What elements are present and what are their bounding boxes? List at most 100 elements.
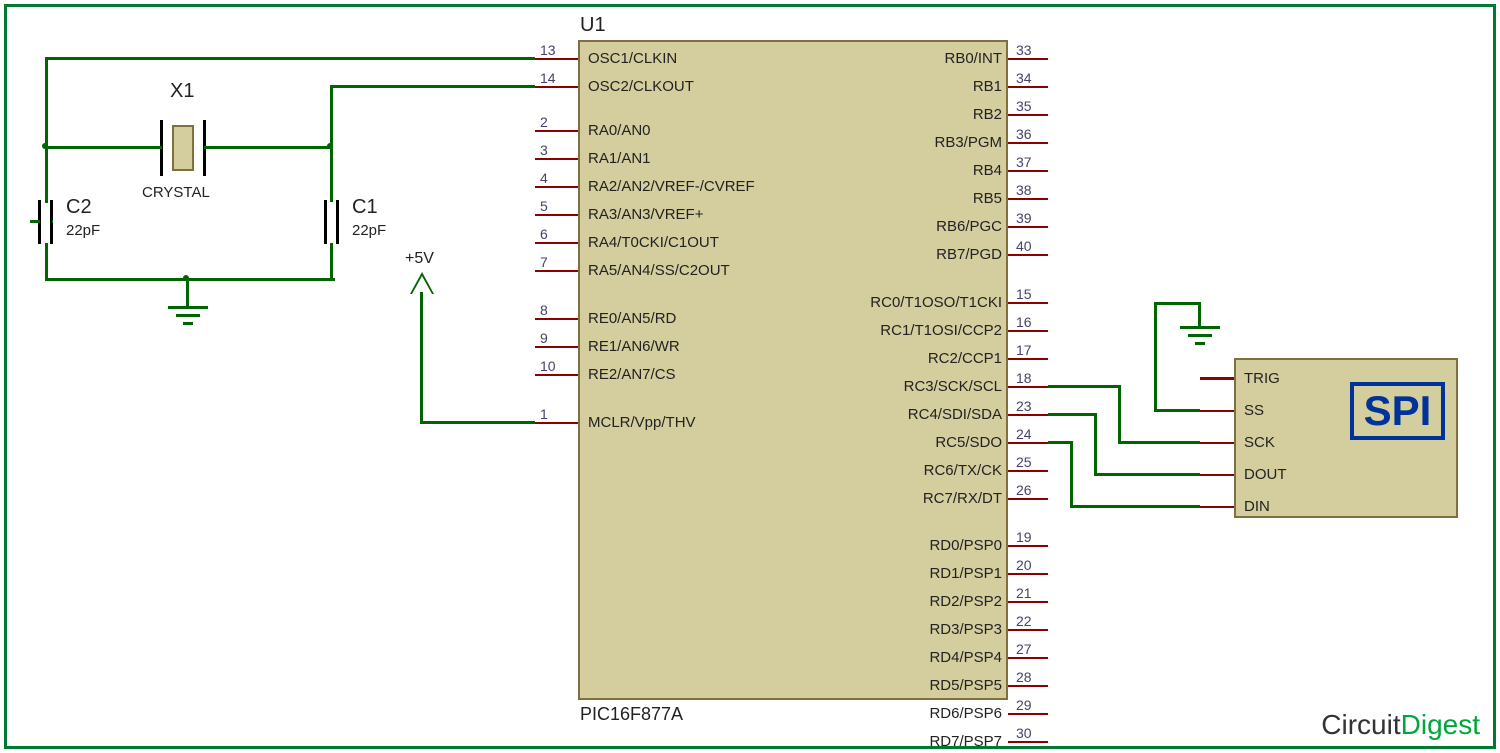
spi-pin-sck xyxy=(1200,442,1234,444)
u1-right-pinnum-18: 18 xyxy=(1016,370,1032,386)
u1-right-pinnum-35: 35 xyxy=(1016,98,1032,114)
u1-right-pinnum-33: 33 xyxy=(1016,42,1032,58)
u1-left-pinname-2: RA0/AN0 xyxy=(588,122,651,139)
spi-gnd-bar1 xyxy=(1180,326,1220,329)
u1-right-pinnum-29: 29 xyxy=(1016,697,1032,713)
wire-5v-h xyxy=(420,421,535,424)
u1-right-pin-33 xyxy=(1008,58,1048,60)
u1-left-pinname-4: RA2/AN2/VREF-/CVREF xyxy=(588,178,755,195)
spi-pinname-trig: TRIG xyxy=(1244,370,1280,387)
u1-right-pinname-33: RB0/INT xyxy=(944,50,1002,67)
u1-left-pinnum-14: 14 xyxy=(540,70,556,86)
u1-right-pinnum-24: 24 xyxy=(1016,426,1032,442)
u1-right-pinname-35: RB2 xyxy=(973,106,1002,123)
u1-right-pin-26 xyxy=(1008,498,1048,500)
u1-right-pinname-36: RB3/PGM xyxy=(934,134,1002,151)
u1-right-pinname-18: RC3/SCK/SCL xyxy=(904,378,1002,395)
brand-post: Digest xyxy=(1401,709,1480,740)
wire-sdo2 xyxy=(1070,441,1073,507)
wire-c1-bot xyxy=(330,243,333,281)
wire-ss3 xyxy=(1154,302,1200,305)
u1-right-pin-28 xyxy=(1008,685,1048,687)
u1-right-pin-35 xyxy=(1008,114,1048,116)
u1-right-pinnum-28: 28 xyxy=(1016,669,1032,685)
spi-pin-din xyxy=(1200,506,1234,508)
u1-left-pinname-1: MCLR/Vpp/THV xyxy=(588,414,696,431)
u1-right-pinnum-34: 34 xyxy=(1016,70,1032,86)
u1-right-pin-39 xyxy=(1008,226,1048,228)
u1-right-pin-29 xyxy=(1008,713,1048,715)
u1-left-pinnum-7: 7 xyxy=(540,254,548,270)
wire-osc1-tocrystal xyxy=(45,146,162,149)
gnd-bar3 xyxy=(183,322,193,325)
spi-pinname-din: DIN xyxy=(1244,498,1270,515)
u1-right-pinname-30: RD7/PSP7 xyxy=(929,733,1002,750)
u1-part: PIC16F877A xyxy=(580,704,683,725)
u1-right-pinname-24: RC5/SDO xyxy=(935,434,1002,451)
c2-ref: C2 xyxy=(66,196,92,219)
wire-gnd-stem xyxy=(186,278,189,306)
u1-left-pin-4 xyxy=(535,186,578,188)
u1-right-pinnum-37: 37 xyxy=(1016,154,1032,170)
wire-ss1 xyxy=(1154,409,1200,412)
u1-right-pinnum-25: 25 xyxy=(1016,454,1032,470)
u1-left-pinnum-9: 9 xyxy=(540,330,548,346)
wire-sdi2 xyxy=(1094,413,1097,475)
spi-badge: SPI xyxy=(1350,382,1445,440)
u1-left-pinname-6: RA4/T0CKI/C1OUT xyxy=(588,234,719,251)
u1-right-pinname-22: RD3/PSP3 xyxy=(929,621,1002,638)
u1-left-pinname-10: RE2/AN7/CS xyxy=(588,366,676,383)
u1-right-pinname-16: RC1/T1OSI/CCP2 xyxy=(880,322,1002,339)
u1-left-pinnum-10: 10 xyxy=(540,358,556,374)
u1-right-pinname-29: RD6/PSP6 xyxy=(929,705,1002,722)
u1-right-pin-17 xyxy=(1008,358,1048,360)
u1-right-pinname-20: RD1/PSP1 xyxy=(929,565,1002,582)
u1-right-pinnum-23: 23 xyxy=(1016,398,1032,414)
u1-right-pin-30 xyxy=(1008,741,1048,743)
u1-left-pinname-5: RA3/AN3/VREF+ xyxy=(588,206,703,223)
wire-osc1-v xyxy=(45,57,48,202)
spi-pinname-dout: DOUT xyxy=(1244,466,1287,483)
wire-ss2 xyxy=(1154,302,1157,412)
c1-ref: C1 xyxy=(352,196,378,219)
u1-left-pin-6 xyxy=(535,242,578,244)
u1-left-pin-8 xyxy=(535,318,578,320)
u1-right-pin-38 xyxy=(1008,198,1048,200)
c1-value: 22pF xyxy=(352,222,386,239)
spi-gnd-bar3 xyxy=(1195,342,1205,345)
u1-right-pinnum-16: 16 xyxy=(1016,314,1032,330)
c1-plate1 xyxy=(324,200,327,244)
u1-right-pinname-27: RD4/PSP4 xyxy=(929,649,1002,666)
brand-pre: Circuit xyxy=(1321,709,1400,740)
u1-right-pin-19 xyxy=(1008,545,1048,547)
x1-ref: X1 xyxy=(170,80,194,103)
u1-right-pinname-23: RC4/SDI/SDA xyxy=(908,406,1002,423)
u1-right-pinnum-21: 21 xyxy=(1016,585,1032,601)
spi-pinname-ss: SS xyxy=(1244,402,1264,419)
spi-pinname-sck: SCK xyxy=(1244,434,1275,451)
u1-left-pinname-7: RA5/AN4/SS/C2OUT xyxy=(588,262,730,279)
wire-sck1 xyxy=(1048,385,1120,388)
u1-left-pinnum-2: 2 xyxy=(540,114,548,130)
u1-right-pinnum-20: 20 xyxy=(1016,557,1032,573)
u1-left-pinname-13: OSC1/CLKIN xyxy=(588,50,677,67)
u1-right-pin-22 xyxy=(1008,629,1048,631)
u1-right-pinname-25: RC6/TX/CK xyxy=(924,462,1002,479)
u1-right-pinnum-27: 27 xyxy=(1016,641,1032,657)
u1-right-pin-25 xyxy=(1008,470,1048,472)
vsupply-label: +5V xyxy=(405,250,434,268)
u1-right-pinnum-36: 36 xyxy=(1016,126,1032,142)
u1-right-pinname-37: RB4 xyxy=(973,162,1002,179)
u1-right-pin-20 xyxy=(1008,573,1048,575)
u1-left-pin-5 xyxy=(535,214,578,216)
u1-right-pin-27 xyxy=(1008,657,1048,659)
u1-right-pin-36 xyxy=(1008,142,1048,144)
wire-5v-v xyxy=(420,292,423,423)
u1-left-pin-14 xyxy=(535,86,578,88)
spi-pin-ss xyxy=(1200,410,1234,412)
u1-right-pinname-28: RD5/PSP5 xyxy=(929,677,1002,694)
wire-sck2 xyxy=(1118,385,1121,443)
u1-right-pinnum-17: 17 xyxy=(1016,342,1032,358)
u1-right-pinname-19: RD0/PSP0 xyxy=(929,537,1002,554)
junction-osc1 xyxy=(42,143,48,149)
